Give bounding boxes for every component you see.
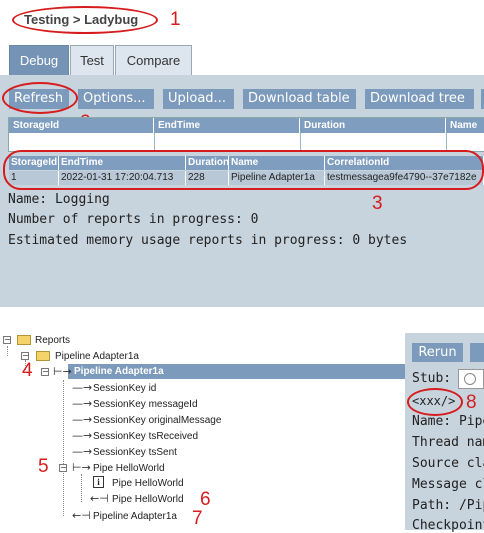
annotation-oval-1 bbox=[12, 6, 158, 34]
tree-node-pipe-end[interactable]: Pipe HelloWorld bbox=[112, 493, 184, 507]
annotation-5: 5 bbox=[38, 456, 49, 477]
annotation-8: 8 bbox=[466, 392, 477, 413]
arrow-icon: —→ bbox=[72, 429, 93, 442]
tree-node-adapter[interactable]: Pipeline Adapter1a bbox=[55, 350, 139, 364]
arrow-icon: —→ bbox=[72, 445, 93, 458]
annotation-7: 7 bbox=[192, 508, 203, 529]
detail-name: Name: Pipe bbox=[412, 414, 484, 429]
tree-node-sessionkey[interactable]: SessionKey tsReceived bbox=[93, 430, 198, 444]
detail-message-class: Message cl bbox=[412, 477, 484, 492]
arrow-icon: —→ bbox=[72, 413, 93, 426]
storage-filter-cell[interactable] bbox=[154, 133, 301, 150]
collapse-start-icon[interactable]: − bbox=[41, 368, 49, 376]
collapse-pipe-icon[interactable]: − bbox=[59, 464, 67, 472]
storage-col-duration[interactable]: Duration bbox=[300, 118, 446, 133]
tree-node-end[interactable]: Pipeline Adapter1a bbox=[93, 510, 177, 524]
stub-label: Stub: bbox=[412, 371, 452, 386]
upload-button[interactable]: Upload... bbox=[163, 89, 234, 109]
annotation-oval-3 bbox=[3, 150, 484, 190]
storage-filter-cell[interactable] bbox=[300, 133, 447, 150]
detail-path: Path: /Pipe bbox=[412, 498, 484, 513]
end-arrow-icon: ←⊣ bbox=[72, 509, 91, 522]
tab-debug[interactable]: Debug bbox=[9, 45, 69, 75]
folder-icon bbox=[17, 335, 31, 345]
edit-button[interactable] bbox=[470, 343, 484, 362]
tree-node-pipe[interactable]: Pipe HelloWorld bbox=[93, 462, 165, 476]
storage-table: StorageId EndTime Duration Name bbox=[8, 117, 484, 152]
annotation-oval-2 bbox=[2, 82, 78, 114]
rerun-button[interactable]: Rerun bbox=[412, 343, 463, 362]
end-arrow-icon: ←⊣ bbox=[90, 492, 109, 505]
tree-node-reports[interactable]: Reports bbox=[35, 334, 70, 348]
options-button[interactable]: Options... bbox=[78, 89, 154, 109]
pipe-start-icon: ⊢→ bbox=[72, 461, 91, 474]
annotation-3: 3 bbox=[372, 193, 383, 214]
storage-col-name[interactable]: Name bbox=[446, 118, 484, 133]
detail-checkpoint: Checkpoint bbox=[412, 518, 484, 533]
tree-node-sessionkey[interactable]: SessionKey messageId bbox=[93, 398, 198, 412]
annotation-1: 1 bbox=[170, 9, 181, 30]
annotation-oval-8 bbox=[407, 388, 463, 416]
tree-node-sessionkey[interactable]: SessionKey originalMessage bbox=[93, 414, 221, 428]
tab-compare[interactable]: Compare bbox=[115, 45, 192, 75]
annotation-4: 4 bbox=[22, 360, 33, 381]
download-table-button[interactable]: Download table bbox=[243, 89, 356, 109]
tree-node-sessionkey[interactable]: SessionKey tsSent bbox=[93, 446, 177, 460]
stub-radio-icon[interactable] bbox=[464, 373, 476, 385]
info-icon: i bbox=[93, 476, 104, 488]
report-tree: − Reports − Pipeline Adapter1a − ⊢→ Pipe… bbox=[0, 326, 405, 530]
tree-node-start-selected[interactable]: Pipeline Adapter1a bbox=[74, 365, 164, 379]
start-arrow-icon: ⊢→ bbox=[53, 365, 72, 378]
download-tree-button[interactable]: Download tree bbox=[365, 89, 474, 109]
stub-select[interactable] bbox=[458, 369, 484, 389]
storage-filter-cell[interactable] bbox=[9, 133, 155, 150]
storage-col-storageid[interactable]: StorageId bbox=[9, 118, 154, 133]
tree-node-sessionkey[interactable]: SessionKey id bbox=[93, 382, 156, 396]
arrow-icon: —→ bbox=[72, 397, 93, 410]
tree-node-pipe-info[interactable]: Pipe HelloWorld bbox=[112, 477, 184, 491]
folder-icon bbox=[36, 351, 50, 361]
info-memory-usage: Estimated memory usage reports in progre… bbox=[8, 233, 408, 248]
detail-source-class: Source clas bbox=[412, 456, 484, 471]
detail-thread: Thread nam bbox=[412, 435, 484, 450]
storage-col-endtime[interactable]: EndTime bbox=[154, 118, 300, 133]
collapse-reports-icon[interactable]: − bbox=[3, 336, 11, 344]
debug-panel bbox=[0, 75, 484, 307]
collapse-adapter-icon[interactable]: − bbox=[21, 352, 29, 360]
info-reports-in-progress: Number of reports in progress: 0 bbox=[8, 212, 259, 227]
tab-test[interactable]: Test bbox=[70, 45, 114, 75]
arrow-icon: —→ bbox=[72, 381, 93, 394]
info-name: Name: Logging bbox=[8, 192, 110, 207]
